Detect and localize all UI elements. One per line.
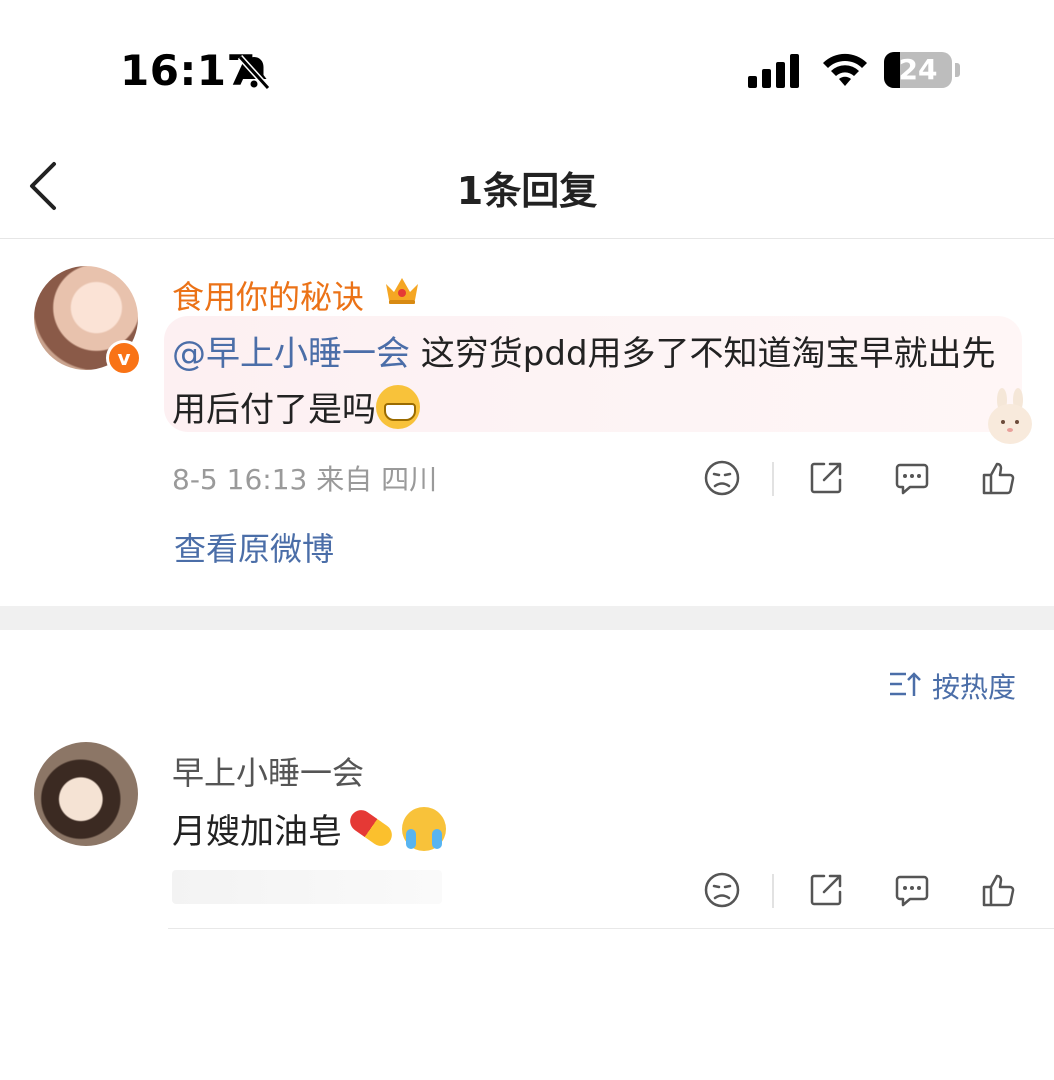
reply-meta-blurred: [172, 870, 442, 904]
like-icon[interactable]: [978, 870, 1018, 910]
view-original-link[interactable]: 查看原微博: [174, 524, 334, 570]
mention-link[interactable]: @早上小睡一会: [172, 334, 410, 374]
dislike-face-icon[interactable]: [702, 870, 742, 910]
share-icon[interactable]: [806, 870, 846, 910]
crown-icon: [386, 278, 418, 304]
comment-meta: 8-5 16:13 来自 四川: [172, 463, 438, 496]
header-divider: [0, 238, 1054, 239]
share-icon[interactable]: [806, 458, 846, 498]
signal-icon: [748, 54, 799, 88]
page-title: 1条回复: [456, 169, 598, 213]
dislike-face-icon[interactable]: [702, 458, 742, 498]
comment-text: @早上小睡一会 这穷货pdd用多了不知道淘宝早就出先用后付了是吗: [172, 326, 1002, 438]
comment-icon[interactable]: [892, 870, 932, 910]
reply-text: 月嫂加油皂: [172, 804, 446, 853]
verified-badge-icon: v: [106, 340, 142, 376]
action-separator: [772, 462, 774, 496]
crying-emoji: [402, 807, 446, 851]
avatar[interactable]: [34, 742, 138, 846]
wifi-icon: [823, 53, 867, 86]
pill-emoji: [345, 805, 397, 851]
grin-emoji: [376, 385, 420, 429]
sort-icon[interactable]: [888, 670, 922, 700]
reply-body: 月嫂加油皂: [172, 812, 342, 852]
comment-username[interactable]: 食用你的秘诀: [172, 272, 364, 318]
bell-slash-icon: [237, 54, 271, 91]
section-gap: [0, 606, 1054, 630]
sort-hot-button[interactable]: 按热度: [932, 666, 1016, 706]
reply-divider: [168, 928, 1054, 929]
battery-icon: 24: [884, 52, 960, 90]
like-icon[interactable]: [978, 458, 1018, 498]
reply-username[interactable]: 早上小睡一会: [172, 748, 364, 794]
comment-icon[interactable]: [892, 458, 932, 498]
battery-level: 24: [898, 53, 938, 86]
action-separator: [772, 874, 774, 908]
